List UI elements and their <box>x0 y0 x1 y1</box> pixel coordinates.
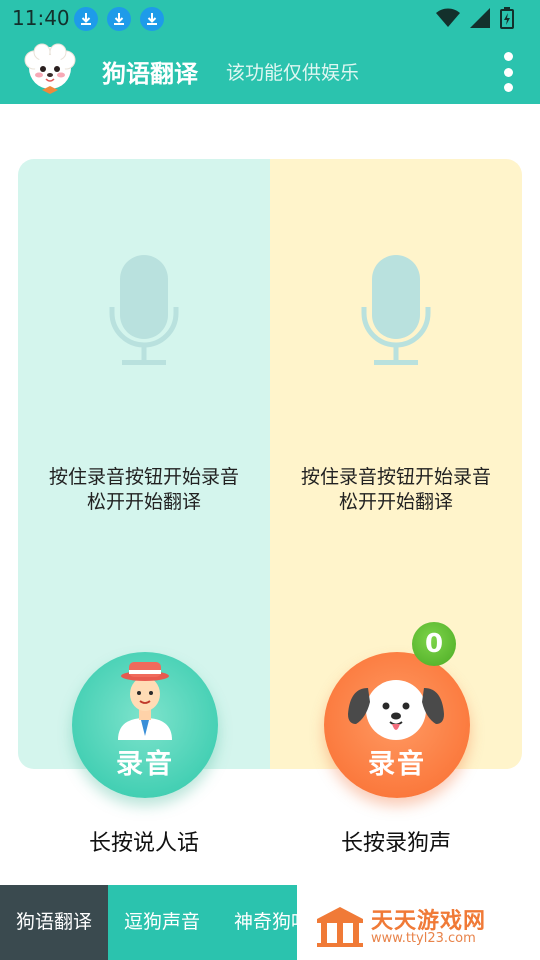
status-time: 11:40 <box>12 6 70 30</box>
dog-logo-icon <box>24 43 76 94</box>
microphone-icon <box>361 255 431 365</box>
record-hint: 按住录音按钮开始录音 松开开始翻译 <box>48 466 239 513</box>
app-bar: 狗语翻译 该功能仅供娱乐 <box>0 36 540 104</box>
wifi-icon <box>436 8 460 27</box>
app-title: 狗语翻译 <box>102 60 198 88</box>
microphone-icon <box>109 255 179 365</box>
dog-caption: 长按录狗声 <box>340 831 451 856</box>
status-icons <box>436 7 514 29</box>
tab-dog-translate[interactable]: 狗语翻译 <box>0 885 108 960</box>
watermark: 天天游戏网 www.ttyl23.com <box>297 885 540 960</box>
battery-charging-icon <box>500 7 514 29</box>
man-avatar-icon <box>118 662 172 740</box>
watermark-url: www.ttyl23.com <box>371 931 476 946</box>
download-icon <box>74 7 98 31</box>
count-badge: 0 <box>412 622 456 666</box>
dog-record-button[interactable]: 录音 <box>324 652 470 798</box>
signal-icon <box>470 8 490 28</box>
download-icon <box>140 7 164 31</box>
human-record-button[interactable]: 录音 <box>72 652 218 798</box>
record-button-label: 录音 <box>116 749 174 780</box>
record-hint: 按住录音按钮开始录音 松开开始翻译 <box>300 466 491 513</box>
more-vert-icon[interactable] <box>500 52 516 92</box>
record-button-label: 录音 <box>368 749 426 780</box>
dog-face-icon <box>348 680 444 740</box>
tab-tease-dog-sounds[interactable]: 逗狗声音 <box>108 885 216 960</box>
download-icon <box>107 7 131 31</box>
status-bar: 11:40 <box>0 0 540 36</box>
bottom-nav: 狗语翻译 逗狗声音 神奇狗哨 天天游戏网 www.ttyl23.com <box>0 885 540 960</box>
human-caption: 长按说人话 <box>88 831 199 856</box>
site-logo-icon <box>317 907 363 947</box>
app-subtitle: 该功能仅供娱乐 <box>226 62 360 84</box>
tab-dog-whistle[interactable]: 神奇狗哨 <box>216 885 297 960</box>
